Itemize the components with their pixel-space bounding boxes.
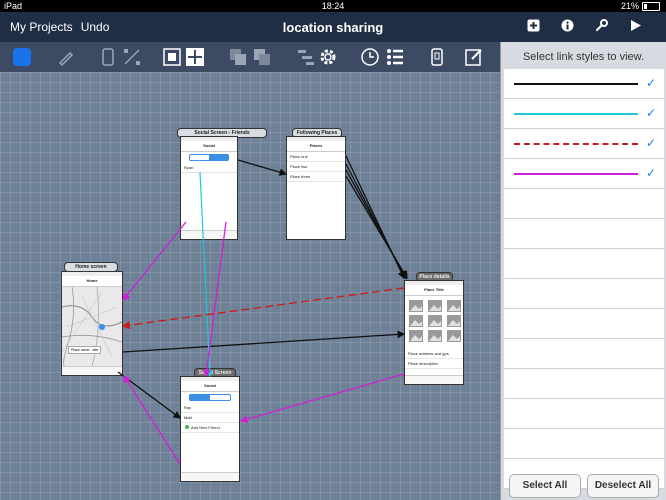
info-icon[interactable] — [560, 18, 574, 32]
list-item-empty — [504, 279, 664, 309]
link-line — [122, 330, 406, 353]
pencil-icon[interactable] — [56, 47, 76, 67]
link-style-swatch — [514, 83, 638, 85]
link-style-item-red-dashed[interactable]: ✓ — [504, 129, 664, 159]
navigation-bar: My Projects Undo location sharing — [0, 12, 666, 42]
gear-icon[interactable] — [318, 47, 338, 67]
link-line — [239, 373, 405, 423]
checkmark-icon: ✓ — [645, 76, 656, 90]
link-line — [237, 159, 288, 176]
list-item-empty — [504, 429, 664, 459]
status-bar: iPad 18:24 21% — [0, 0, 666, 12]
checkmark-icon: ✓ — [645, 166, 656, 180]
page-icon[interactable] — [427, 47, 447, 67]
link-line — [122, 221, 187, 302]
link-tool-icon[interactable] — [122, 47, 142, 67]
wrench-icon[interactable] — [594, 18, 608, 32]
editor-toolbar — [0, 42, 500, 72]
checkmark-icon: ✓ — [645, 106, 656, 120]
layers-icon[interactable] — [252, 47, 272, 67]
move-icon[interactable] — [185, 47, 205, 67]
link-line — [123, 374, 181, 465]
fit-screen-icon[interactable] — [162, 47, 182, 67]
link-line — [345, 175, 408, 280]
deselect-all-button[interactable]: Deselect All — [587, 474, 659, 498]
edit-icon[interactable] — [464, 47, 484, 67]
battery-icon — [642, 1, 660, 11]
link-line — [121, 287, 405, 330]
play-icon[interactable] — [628, 18, 642, 32]
link-style-list: ✓ ✓ ✓ ✓ — [504, 69, 664, 489]
list-item-empty — [504, 249, 664, 279]
device-icon[interactable] — [98, 47, 118, 67]
panel-title: Select link styles to view. — [522, 51, 645, 63]
list-icon[interactable] — [385, 47, 405, 67]
list-item-empty — [504, 189, 664, 219]
link-styles-panel: Select link styles to view. ✓ ✓ ✓ ✓ Sele… — [500, 42, 666, 500]
link-style-swatch — [514, 113, 638, 115]
link-style-item-cyan[interactable]: ✓ — [504, 99, 664, 129]
add-icon[interactable] — [526, 18, 540, 32]
link-style-item-black[interactable]: ✓ — [504, 69, 664, 99]
link-line — [117, 371, 182, 419]
hierarchy-icon[interactable] — [296, 47, 316, 67]
storyboard-canvas[interactable]: Social Screen - Friends Social Ryan Foll… — [0, 72, 500, 500]
list-item-empty — [504, 399, 664, 429]
list-item-empty — [504, 339, 664, 369]
clock-label: 18:24 — [321, 1, 345, 11]
select-tool-icon[interactable] — [12, 47, 32, 67]
select-all-button[interactable]: Select All — [509, 474, 581, 498]
list-item-empty — [504, 309, 664, 339]
checkmark-icon: ✓ — [645, 136, 656, 150]
link-style-item-magenta[interactable]: ✓ — [504, 159, 664, 189]
battery-percent: 21% — [620, 1, 639, 11]
battery-status: 21% — [621, 0, 660, 12]
clock-icon[interactable] — [360, 47, 380, 67]
link-style-swatch — [514, 143, 638, 145]
list-item-empty — [504, 219, 664, 249]
panel-bottom-bar: Select All Deselect All — [501, 466, 666, 500]
link-line — [202, 221, 227, 378]
list-item-empty — [504, 369, 664, 399]
link-line — [199, 171, 214, 378]
screen-links — [117, 155, 408, 465]
link-style-swatch — [514, 173, 638, 175]
stack-icon[interactable] — [228, 47, 248, 67]
